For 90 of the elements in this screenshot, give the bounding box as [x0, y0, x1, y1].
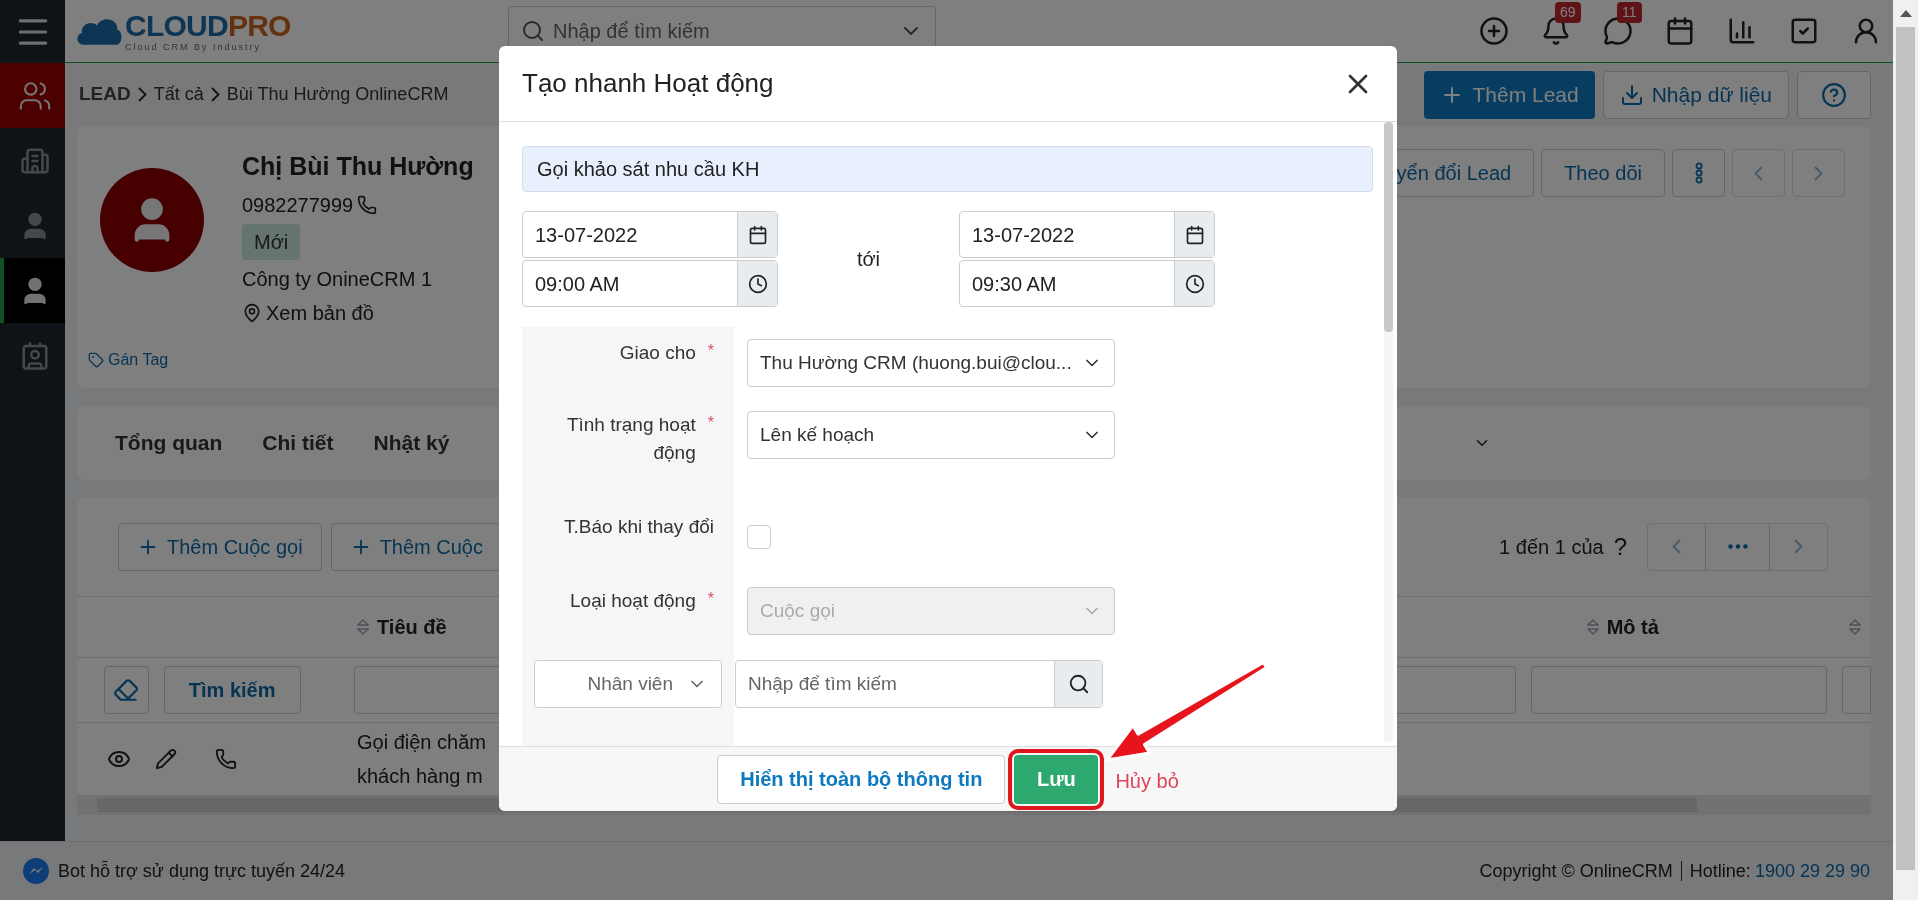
- to-label: tới: [856, 247, 881, 272]
- column-header: Tiêu đề: [377, 614, 447, 640]
- filter-input[interactable]: [1841, 665, 1871, 714]
- breadcrumb-link[interactable]: Tất cả: [153, 81, 204, 108]
- checkbox-icon[interactable]: [1789, 16, 1819, 46]
- eraser-icon: [113, 676, 140, 703]
- subject-input[interactable]: Gọi khảo sát nhu cầu KH: [522, 146, 1373, 192]
- clock-icon: [1184, 273, 1205, 294]
- search-icon: [1067, 673, 1090, 695]
- pagination-total: ?: [1613, 531, 1627, 562]
- contact-card-icon: [19, 340, 50, 371]
- ellipsis-icon: [1727, 544, 1748, 550]
- add-icon[interactable]: [1479, 16, 1509, 46]
- hotline-number[interactable]: 1900 29 29 90: [1754, 857, 1870, 885]
- status-badge: Mới: [242, 223, 301, 260]
- import-button[interactable]: Nhập dữ liệu: [1602, 70, 1789, 119]
- phone-number: 0982277999: [242, 192, 354, 218]
- message-count: 11: [1617, 2, 1642, 23]
- filter-input[interactable]: [1531, 665, 1827, 714]
- tab[interactable]: Chi tiết: [262, 406, 334, 480]
- sort-icon: [357, 617, 369, 636]
- bell-icon[interactable]: [1541, 16, 1571, 46]
- search-field[interactable]: Nhập để tìm kiếm: [735, 660, 1103, 708]
- vertical-dots-icon: [1694, 162, 1703, 184]
- required-mark: *: [707, 589, 714, 609]
- sort-icon: [1849, 617, 1861, 636]
- search-icon: [521, 19, 545, 43]
- lead-name: Chị Bùi Thu Hường: [242, 151, 474, 182]
- chat-icon[interactable]: [1603, 16, 1633, 46]
- pagination-text: 1 đến 1 của: [1499, 534, 1604, 560]
- required-mark: *: [707, 413, 714, 433]
- hotline-label: Hotline:: [1689, 859, 1751, 883]
- map-link[interactable]: Xem bản đồ: [266, 297, 374, 328]
- select-field[interactable]: Thu Hường CRM (huong.bui@clou...: [747, 339, 1115, 387]
- edit-icon[interactable]: [155, 747, 177, 770]
- owner-select[interactable]: Nhân viên: [534, 660, 722, 708]
- phone-icon[interactable]: [357, 194, 378, 215]
- sidebar-item[interactable]: [0, 63, 65, 128]
- column-header: Mô tả: [1606, 614, 1659, 640]
- chevron-left-icon: [1672, 539, 1681, 555]
- calendar-icon: [1184, 224, 1205, 245]
- tab[interactable]: Tổng quan: [115, 406, 223, 480]
- chevron-right-icon: [210, 87, 220, 102]
- field-label: T.Báo khi thay đổi: [564, 515, 714, 539]
- calendar-icon[interactable]: [1665, 16, 1695, 46]
- cancel-button[interactable]: Hủy bỏ: [1115, 766, 1179, 796]
- dialog-title: Tạo nhanh Hoạt động: [522, 67, 774, 100]
- sidebar-item[interactable]: [0, 258, 65, 323]
- sort-icon: [1586, 617, 1599, 636]
- activity-title: Gọi điện chăm khách hàng m: [357, 729, 486, 789]
- tab[interactable]: Nhật ký: [373, 406, 450, 480]
- date-field[interactable]: 13-07-2022: [522, 211, 778, 258]
- checkbox[interactable]: [747, 525, 771, 549]
- clock-icon: [747, 273, 768, 294]
- help-button[interactable]: [1797, 70, 1871, 119]
- chevron-right-icon: [1814, 165, 1823, 181]
- download-icon: [1619, 82, 1644, 107]
- tag-icon: [88, 352, 104, 368]
- tag-link[interactable]: Gán Tag: [108, 348, 169, 372]
- field-label: Giao cho: [619, 341, 696, 365]
- show-all-button[interactable]: Hiển thị toàn bộ thông tin: [717, 754, 1006, 804]
- time-field[interactable]: 09:30 AM: [959, 260, 1215, 307]
- more-button[interactable]: [1672, 149, 1725, 197]
- lead-action-button[interactable]: Theo dõi: [1541, 149, 1665, 197]
- date-field[interactable]: 13-07-2022: [959, 211, 1215, 258]
- map-pin-icon: [242, 302, 262, 323]
- required-mark: *: [707, 341, 714, 361]
- chevron-left-icon: [1754, 165, 1763, 181]
- add-lead-button[interactable]: Thêm Lead: [1424, 70, 1595, 119]
- field-label: Tình trạng hoạt động: [565, 413, 696, 465]
- company-name: Công ty OnineCRM 1: [242, 266, 434, 292]
- copyright-text: Copyright © OnlineCRM: [1479, 859, 1673, 883]
- chevron-right-icon: [1794, 539, 1803, 555]
- breadcrumb-link[interactable]: Bùi Thu Hường OnlineCRM: [226, 81, 449, 108]
- time-field[interactable]: 09:00 AM: [522, 260, 778, 307]
- phone-icon[interactable]: [215, 747, 237, 770]
- select-field[interactable]: Lên kế hoạch: [747, 411, 1115, 459]
- chevron-right-icon: [137, 87, 147, 102]
- search-button[interactable]: Tìm kiếm: [163, 665, 301, 714]
- calendar-icon: [747, 224, 768, 245]
- field-label: Loại hoạt động: [570, 589, 696, 613]
- chat-bot-link[interactable]: Bot hỗ trợ sử dụng trực tuyến 24/24: [58, 857, 346, 885]
- messenger-icon[interactable]: [22, 857, 50, 885]
- clear-filter-button[interactable]: [104, 665, 149, 714]
- chart-icon[interactable]: [1727, 16, 1757, 46]
- add-activity-button[interactable]: Thêm Cuộc gọi: [118, 522, 322, 571]
- cloudpro-logo: CLOUDPRO Cloud CRM By Industry: [75, 5, 315, 57]
- notification-count: 69: [1555, 2, 1581, 23]
- help-icon: [1821, 81, 1847, 108]
- breadcrumb-link[interactable]: LEAD: [79, 80, 131, 109]
